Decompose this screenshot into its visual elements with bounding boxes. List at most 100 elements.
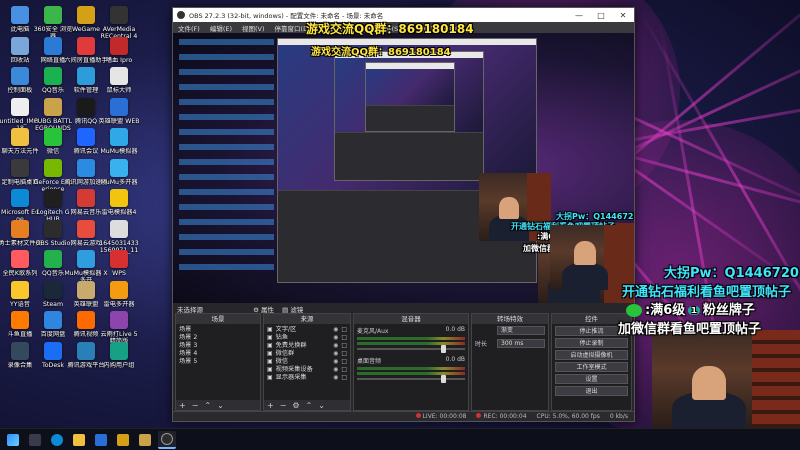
desktop-shortcut-label: ToDesk [42,361,64,369]
add-scene-button[interactable]: + [179,401,186,410]
fan-badge-text: :满6级 1 粉丝牌子 [626,299,755,318]
source-item[interactable]: ▣ 免费兑换群 ◉ □ [267,342,347,350]
volume-meter [357,367,465,370]
lol-icon [110,97,128,116]
remove-source-button[interactable]: − [280,401,287,410]
start-button[interactable] [4,431,22,449]
control-button[interactable]: 启动虚拟摄像机 [555,350,628,360]
close-button[interactable]: ✕ [612,8,634,22]
lock-icon[interactable]: □ [341,350,347,358]
explorer-taskbar-icon[interactable] [70,431,88,449]
source-item[interactable]: ▣ 微信群 ◉ □ [267,350,347,358]
small-webcam-feed [550,225,630,290]
control-button[interactable]: 停止录制 [555,338,628,348]
visibility-eye-icon[interactable]: ◉ [333,358,338,366]
desktop-shortcut-label: 软件管理 [73,87,99,94]
visibility-eye-icon[interactable]: ◉ [333,342,338,350]
scene-item[interactable]: 场景 2 [179,334,257,342]
obs-window[interactable]: OBS 27.2.3 (32-bit, windows) - 配置文件: 未命名… [172,7,635,422]
source-type-icon: ▣ [267,374,273,381]
source-item[interactable]: ▣ 钻鱼 ◉ □ [267,334,347,342]
lock-icon[interactable]: □ [341,374,347,382]
menu-edit[interactable]: 编辑(E) [205,23,237,33]
control-button[interactable]: 工作室模式 [555,362,628,372]
lock-icon[interactable]: □ [341,342,347,350]
desktop-shortcut-label: WPS [112,270,126,277]
scene-item[interactable]: 场景 [179,326,257,334]
desktop-shortcut-label: 微信 [46,148,60,155]
scene-item[interactable]: 场景 4 [179,350,257,358]
lock-icon[interactable]: □ [341,334,347,342]
scene-item[interactable]: 场景 3 [179,342,257,350]
control-button[interactable]: 退出 [555,386,628,396]
lol-icon [77,280,95,299]
source-item[interactable]: ▣ 视频采集设备 ◉ □ [267,366,347,374]
lock-icon[interactable]: □ [341,358,347,366]
source-up-button[interactable]: ⌃ [306,401,313,410]
visibility-eye-icon[interactable]: ◉ [333,334,338,342]
desktop-shortcut-label: 内购用户组 [103,361,135,369]
file-icon [11,97,29,116]
volume-slider[interactable] [357,345,465,353]
source-down-button[interactable]: ⌄ [318,401,325,410]
task-view-button[interactable] [26,431,44,449]
maximize-button[interactable]: □ [590,8,612,22]
desktop-shortcut-label: WeGame [72,26,100,33]
scene-item-label: 场景 3 [179,342,198,349]
mumu-multi-icon [110,158,128,177]
source-type-icon: ▣ [267,366,273,373]
todesk-icon [44,341,62,360]
lock-icon[interactable]: □ [341,326,347,334]
source-settings-icon[interactable]: ⚙ [292,401,299,410]
app-taskbar-icon[interactable] [92,431,110,449]
menu-file[interactable]: 文件(F) [173,23,205,33]
visibility-eye-icon[interactable]: ◉ [333,366,338,374]
qq-group-banner: 游戏交流QQ群：869180184 [306,22,474,36]
visibility-eye-icon[interactable]: ◉ [333,350,338,358]
source-item[interactable]: ▣ 微信 ◉ □ [267,358,347,366]
move-up-button[interactable]: ⌃ [204,401,211,410]
lock-icon[interactable]: □ [341,366,347,374]
desktop-shortcut[interactable]: 内购用户组 [97,340,141,382]
rec-status: REC: 00:00:04 [476,413,527,420]
image-file-icon [110,219,128,238]
volume-slider-handle[interactable] [441,375,447,383]
remove-scene-button[interactable]: − [192,401,199,410]
source-item[interactable]: ▣ 显示器采集 ◉ □ [267,374,347,382]
visibility-eye-icon[interactable]: ◉ [333,326,338,334]
move-down-button[interactable]: ⌄ [217,401,224,410]
wegame-icon [77,6,95,24]
control-button[interactable]: 设置 [555,374,628,384]
add-source-button[interactable]: + [267,401,274,410]
visibility-eye-icon[interactable]: ◉ [333,374,338,382]
obs-taskbar-icon[interactable] [158,430,176,449]
source-type-icon: ▣ [267,326,273,333]
desktop-shortcut-label: 此电脑 [10,26,30,33]
desktop-shortcut-label: 腾讯视频 [73,331,99,338]
scenes-toolbar: + − ⌃ ⌄ [176,400,260,410]
pubg-icon [44,97,62,116]
live-status: LIVE: 00:00:08 [415,413,466,420]
source-type-icon: ▣ [267,342,273,349]
wechat-icon [44,128,62,146]
recycle-bin-icon [11,36,29,55]
volume-slider-handle[interactable] [441,345,447,353]
qqmusic-icon [44,67,62,85]
edge-taskbar-icon[interactable] [48,431,66,449]
transition-type-select[interactable]: 渐变 [497,326,545,335]
karaoke-icon [11,250,29,268]
mouse-icon [110,67,128,85]
transition-duration-field[interactable]: 300 ms [497,339,545,348]
source-type-icon: ▣ [267,350,273,357]
menu-view[interactable]: 视图(V) [237,23,270,33]
nested-obs-window-2 [334,51,484,181]
mixer-channel-name: 麦克风/Aux [357,328,389,335]
desktop-shortcut-label: YY语音 [10,300,30,308]
desktop-shortcut-label: 雷电多开器 [103,300,135,308]
scene-item[interactable]: 场景 5 [179,358,257,366]
source-item[interactable]: ▣ 文字/区 ◉ □ [267,326,347,334]
minimize-button[interactable]: — [568,8,590,22]
game-taskbar-icon[interactable] [136,431,154,449]
wegame-taskbar-icon[interactable] [114,431,132,449]
volume-slider[interactable] [357,375,465,383]
